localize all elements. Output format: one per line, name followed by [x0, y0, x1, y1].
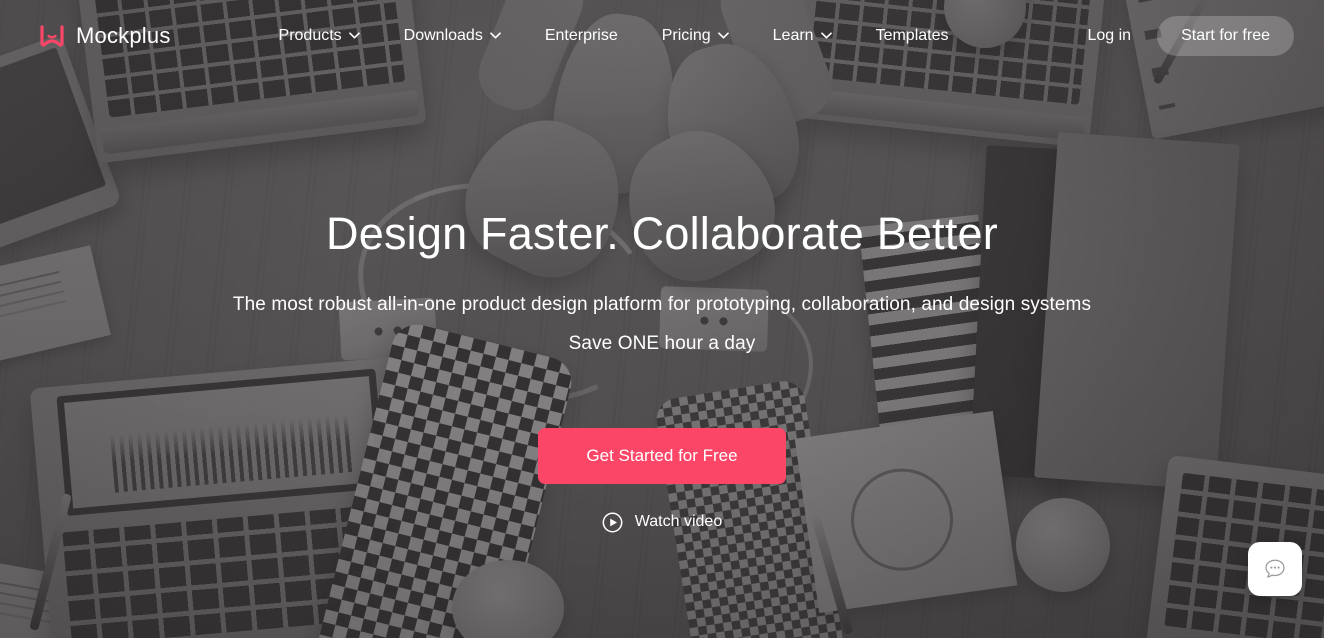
live-chat-button[interactable]	[1248, 542, 1302, 596]
nav-item-enterprise[interactable]: Enterprise	[545, 19, 618, 53]
nav-label: Enterprise	[544, 26, 618, 44]
get-started-for-free-button[interactable]: Get Started for Free	[538, 427, 786, 484]
nav-label: Pricing	[661, 26, 711, 44]
nav-label: Products	[278, 26, 342, 44]
brand-name: Mockplus	[76, 22, 171, 48]
play-circle-icon	[602, 512, 623, 533]
chat-bubble-icon	[1262, 556, 1288, 582]
chevron-down-icon	[820, 32, 832, 39]
hero-cta-row: Get Started for Free	[0, 355, 1324, 484]
nav-item-pricing[interactable]: Pricing	[662, 19, 729, 53]
watch-video-link[interactable]: Watch video	[602, 512, 722, 533]
start-for-free-button[interactable]: Start for free	[1157, 15, 1294, 56]
site-header: Mockplus Products Downloads Enterprise P…	[0, 0, 1324, 71]
hero-subheadline-secondary: Save ONE hour a day	[568, 332, 756, 354]
login-link[interactable]: Log in	[1083, 21, 1135, 51]
nav-label: Templates	[875, 26, 949, 44]
hero-content: Design Faster. Collaborate Better The mo…	[0, 0, 1324, 538]
watch-video-row: Watch video	[0, 484, 1324, 538]
nav-item-downloads[interactable]: Downloads	[404, 19, 501, 53]
nav-label: Downloads	[403, 26, 483, 44]
nav-item-templates[interactable]: Templates	[876, 19, 949, 53]
nav-label: Learn	[772, 26, 814, 44]
main-navigation: Products Downloads Enterprise Pricing Le…	[279, 19, 949, 53]
nav-item-learn[interactable]: Learn	[773, 19, 832, 53]
chevron-down-icon	[489, 32, 501, 39]
hero-subheadline-primary: The most robust all-in-one product desig…	[232, 293, 1092, 315]
nav-item-products[interactable]: Products	[279, 19, 360, 53]
watch-video-label: Watch video	[634, 513, 723, 531]
brand-logo-link[interactable]: Mockplus	[40, 23, 171, 49]
hero-section: Mockplus Products Downloads Enterprise P…	[0, 0, 1324, 638]
hero-headline: Design Faster. Collaborate Better	[326, 208, 998, 259]
mockplus-m-logo-icon	[40, 24, 64, 47]
chevron-down-icon	[717, 32, 729, 39]
chevron-down-icon	[348, 32, 360, 39]
header-actions: Log in Start for free	[1083, 15, 1294, 56]
